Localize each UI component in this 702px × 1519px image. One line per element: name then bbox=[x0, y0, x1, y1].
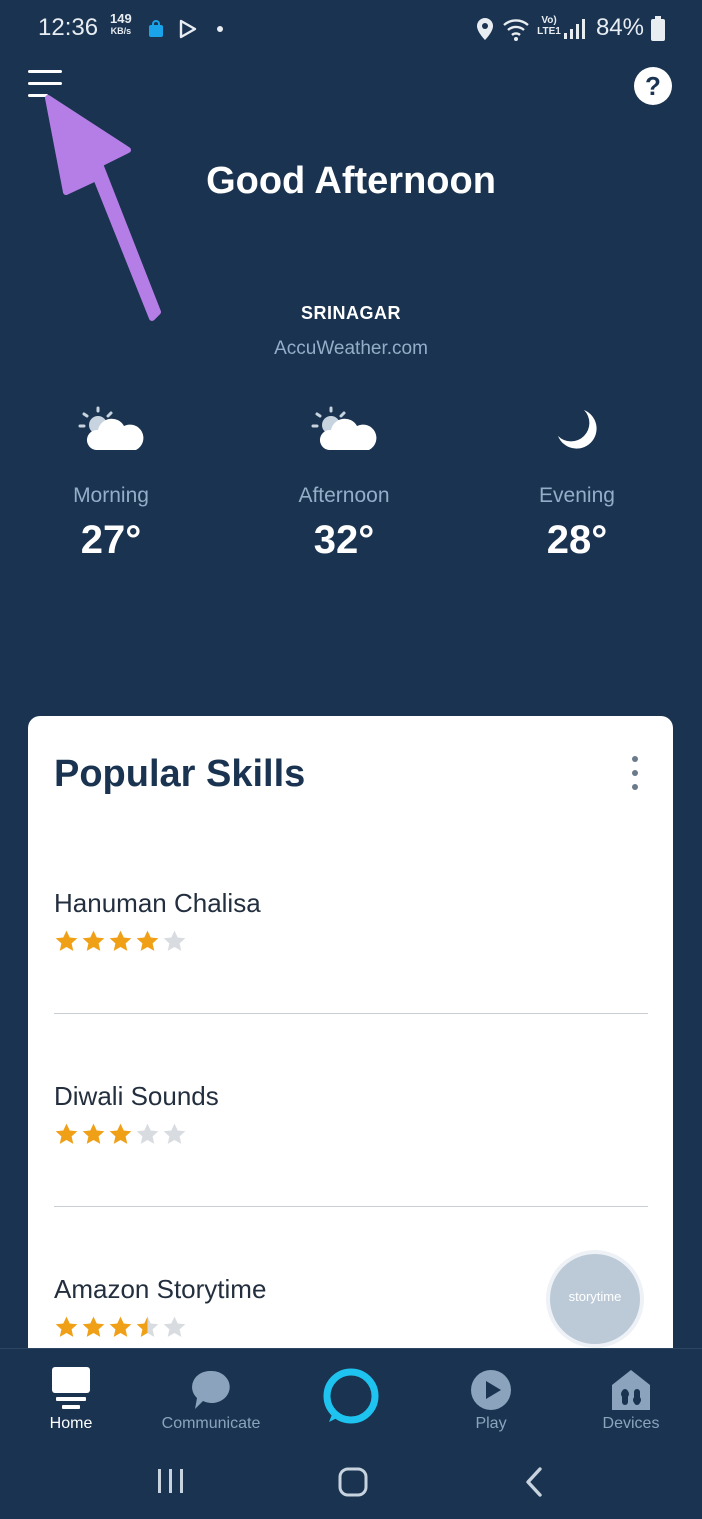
star-empty-icon bbox=[163, 930, 186, 951]
moon-icon bbox=[558, 410, 597, 449]
star-full-icon bbox=[109, 1123, 132, 1144]
nav-label: Communicate bbox=[161, 1415, 261, 1432]
greeting-title: Good Afternoon bbox=[206, 160, 496, 202]
home-nav-icon[interactable] bbox=[337, 1466, 369, 1498]
play-icon bbox=[471, 1370, 511, 1410]
alexa-button[interactable] bbox=[321, 1366, 381, 1426]
forecast-temp: 32° bbox=[313, 518, 375, 562]
devices-icon bbox=[612, 1370, 650, 1410]
weather-city: SRINAGAR bbox=[300, 303, 401, 323]
system-nav-bar bbox=[0, 1444, 702, 1519]
star-full-icon bbox=[109, 930, 132, 951]
alexa-ring-icon bbox=[323, 1368, 379, 1424]
forecast-afternoon: Afternoon 32° bbox=[244, 400, 444, 563]
card-title: Popular Skills bbox=[54, 753, 306, 795]
nav-devices[interactable]: Devices bbox=[561, 1349, 701, 1445]
star-empty-icon bbox=[163, 1316, 186, 1337]
partly-cloudy-icon bbox=[311, 406, 377, 450]
nav-label: Devices bbox=[602, 1415, 660, 1432]
forecast-evening: Evening 28° bbox=[477, 400, 677, 563]
star-full-icon bbox=[82, 1316, 105, 1337]
skill-item[interactable]: Hanuman Chalisa bbox=[54, 888, 648, 955]
speech-bubble-icon bbox=[192, 1370, 230, 1409]
back-icon[interactable] bbox=[522, 1466, 546, 1498]
forecast-temp: 27° bbox=[80, 518, 142, 562]
nav-play[interactable]: Play bbox=[421, 1349, 561, 1445]
star-full-icon bbox=[109, 1316, 132, 1337]
recent-apps-icon[interactable] bbox=[156, 1466, 186, 1496]
skill-name: Hanuman Chalisa bbox=[54, 888, 261, 918]
partly-cloudy-icon bbox=[78, 406, 144, 450]
star-full-icon bbox=[55, 1316, 78, 1337]
storytime-thumbnail[interactable]: storytime bbox=[546, 1250, 644, 1348]
nav-label: Home bbox=[49, 1415, 93, 1432]
forecast-period: Afternoon bbox=[298, 484, 390, 507]
star-rating bbox=[54, 1122, 648, 1148]
nav-label: Play bbox=[475, 1415, 507, 1432]
home-icon bbox=[52, 1367, 90, 1409]
more-options-icon[interactable] bbox=[629, 756, 641, 790]
forecast-period: Morning bbox=[73, 484, 149, 507]
star-half-icon bbox=[136, 1316, 159, 1337]
bottom-nav: Home Communicate Play Devices bbox=[0, 1348, 702, 1445]
divider bbox=[54, 1013, 648, 1014]
star-full-icon bbox=[55, 1123, 78, 1144]
star-empty-icon bbox=[163, 1123, 186, 1144]
star-rating bbox=[54, 929, 648, 955]
nav-communicate[interactable]: Communicate bbox=[141, 1349, 281, 1445]
star-full-icon bbox=[136, 930, 159, 951]
weather-provider-link[interactable]: AccuWeather.com bbox=[0, 338, 702, 360]
forecast-morning: Morning 27° bbox=[11, 400, 211, 563]
divider bbox=[54, 1206, 648, 1207]
popular-skills-card: Popular Skills Hanuman Chalisa Diwali So… bbox=[28, 716, 673, 1396]
star-full-icon bbox=[82, 930, 105, 951]
nav-home[interactable]: Home bbox=[1, 1349, 141, 1445]
skill-name: Diwali Sounds bbox=[54, 1081, 219, 1111]
star-full-icon bbox=[82, 1123, 105, 1144]
forecast-temp: 28° bbox=[546, 518, 608, 562]
star-empty-icon bbox=[136, 1123, 159, 1144]
star-full-icon bbox=[55, 930, 78, 951]
skill-item[interactable]: Diwali Sounds bbox=[54, 1081, 648, 1148]
forecast-period: Evening bbox=[539, 484, 615, 507]
